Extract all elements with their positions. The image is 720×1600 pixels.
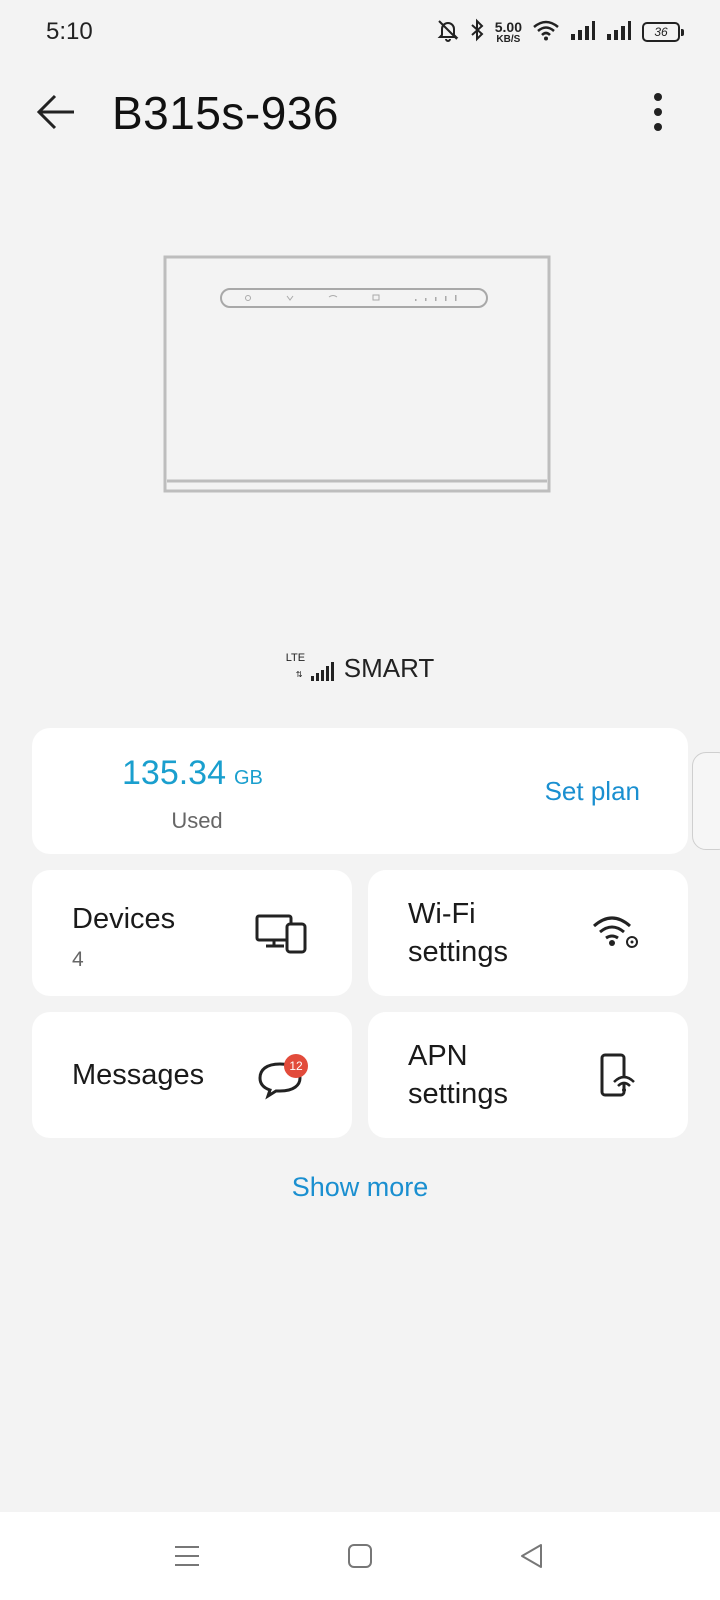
recent-apps-button[interactable] [163, 1534, 211, 1578]
apn-settings-label: APN settings [408, 1037, 508, 1113]
wifi-settings-label-line1: Wi-Fi [408, 898, 476, 930]
phone-wifi-icon [590, 1052, 646, 1100]
network-speed-value: 5.00 [494, 18, 522, 35]
messages-badge: 12 [284, 1054, 308, 1078]
more-options-button[interactable] [636, 86, 680, 138]
bluetooth-icon [469, 18, 485, 47]
network-speed: 5.00 KB/S [495, 20, 522, 45]
lte-label: LTE [285, 652, 306, 664]
apn-settings-tile[interactable]: APN settings [368, 1012, 688, 1138]
wifi-settings-tile[interactable]: Wi-Fi settings [368, 870, 688, 996]
usage-unit: GB [234, 767, 263, 789]
signal-icon [570, 19, 596, 46]
wifi-settings-label-line2: settings [408, 936, 508, 968]
devices-count: 4 [72, 948, 84, 971]
apn-settings-label-line1: APN [408, 1040, 468, 1072]
network-speed-unit: KB/S [496, 33, 521, 45]
devices-icon [254, 910, 310, 958]
router-dashboard-screen: 5:10 5.00 KB/S 36 B315s-936 LTE ⇅ SMART … [0, 0, 720, 1600]
messages-label: Messages [72, 1059, 205, 1091]
back-button[interactable] [30, 88, 82, 136]
system-nav-bar [0, 1512, 720, 1600]
set-plan-link[interactable]: Set plan [545, 776, 640, 807]
show-more-link[interactable]: Show more [0, 1172, 720, 1203]
lte-signal-icon: LTE ⇅ [286, 652, 336, 684]
network-info: LTE ⇅ SMART [0, 652, 720, 684]
usage-label: Used [171, 808, 223, 833]
wifi-settings-label: Wi-Fi settings [408, 895, 508, 971]
wifi-icon [532, 19, 560, 46]
app-header: B315s-936 [0, 72, 720, 152]
mute-bell-icon [437, 18, 459, 47]
system-back-button[interactable] [508, 1534, 556, 1578]
side-panel-handle[interactable] [692, 752, 720, 850]
page-title: B315s-936 [112, 87, 339, 139]
back-triangle-icon [521, 1544, 542, 1568]
status-bar: 5:10 5.00 KB/S 36 [0, 0, 720, 64]
battery-icon: 36 [642, 22, 684, 42]
carrier-name: SMART [343, 652, 435, 683]
messages-tile[interactable]: Messages 12 [32, 1012, 352, 1138]
usage-value: 135.34 GB [122, 754, 263, 793]
arrow-left-icon [36, 94, 74, 130]
home-button[interactable] [336, 1534, 384, 1578]
devices-tile[interactable]: Devices 4 [32, 870, 352, 996]
more-vertical-icon [654, 93, 662, 131]
usage-number: 135.34 [122, 754, 226, 792]
signal-icon [606, 19, 632, 46]
status-icons: 5.00 KB/S 36 [437, 14, 684, 50]
home-square-icon [348, 1544, 372, 1568]
router-illustration [163, 255, 557, 495]
apn-settings-label-line2: settings [408, 1078, 508, 1110]
devices-label: Devices [72, 903, 176, 935]
data-usage-card: 135.34 GB Used Set plan [32, 728, 688, 854]
wifi-settings-icon [590, 910, 646, 958]
battery-level: 36 [654, 25, 668, 39]
status-time: 5:10 [46, 18, 93, 45]
data-arrows-icon: ⇅ [295, 670, 303, 679]
menu-icon [175, 1546, 199, 1566]
